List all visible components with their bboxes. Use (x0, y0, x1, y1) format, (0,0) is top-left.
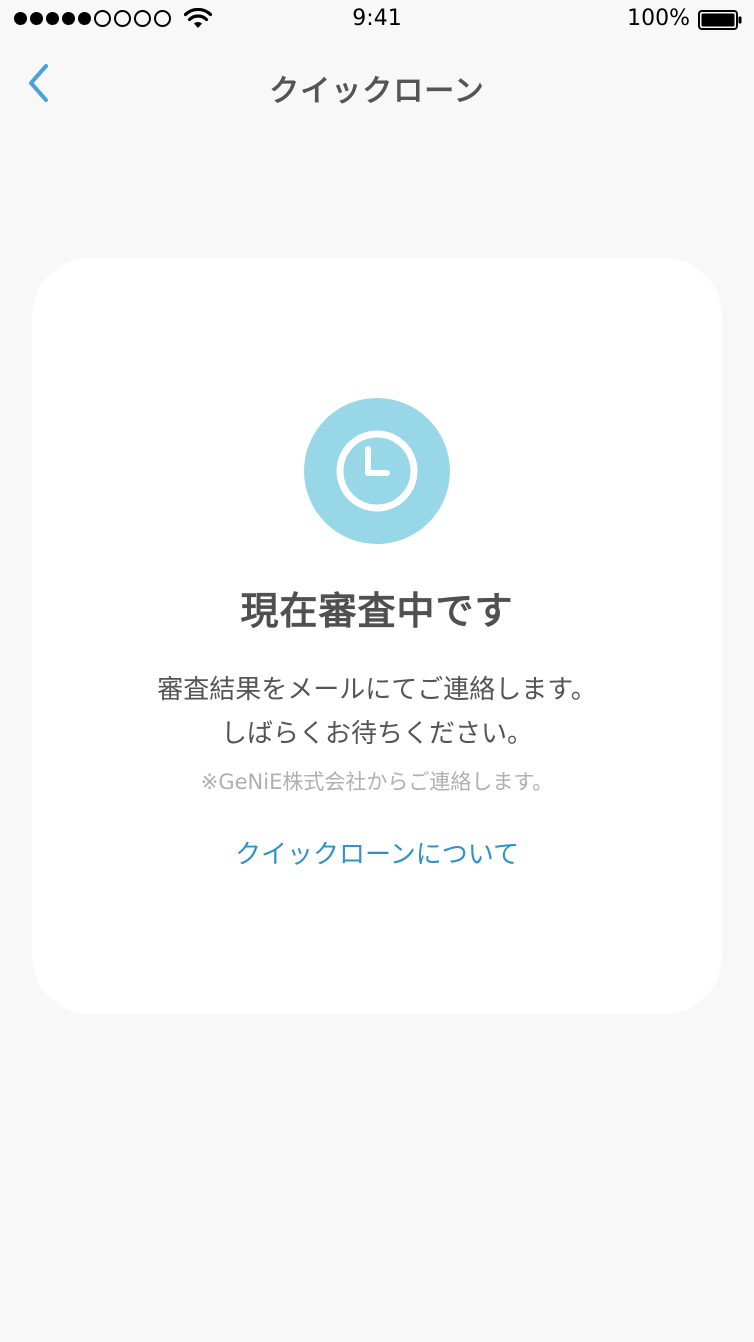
page-title: クイックローン (269, 74, 485, 109)
about-quick-loan-link[interactable]: クイックローンについて (32, 834, 722, 871)
clock-icon (336, 430, 418, 512)
review-message: 審査結果をメールにてご連絡します。 しばらくお待ちください。 (32, 668, 722, 756)
status-bar: 9:41 100% (0, 0, 754, 40)
review-status-title: 現在審査中です (240, 589, 514, 633)
contact-note: ※GeNiE株式会社からご連絡します。 (200, 770, 554, 794)
battery-icon (698, 10, 742, 30)
nav-bar: クイックローン (0, 40, 754, 136)
review-message-line: しばらくお待ちください。 (220, 719, 533, 749)
review-message-line: 審査結果をメールにてご連絡します。 (157, 675, 597, 705)
status-card: 現在審査中です 審査結果をメールにてご連絡します。 しばらくお待ちください。 ※… (32, 258, 722, 1014)
battery-percent: 100% (627, 6, 690, 31)
clock-badge (304, 398, 450, 544)
